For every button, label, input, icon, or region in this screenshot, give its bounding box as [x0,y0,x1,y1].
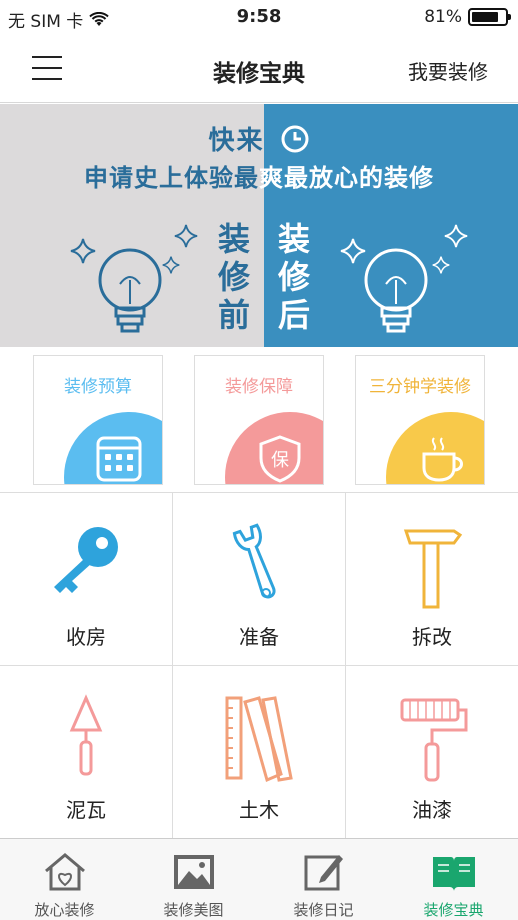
sparkle-icon [444,224,468,248]
tab-bar: 放心装修 装修美图 装修日记 装修宝典 [0,838,518,920]
key-icon [54,527,118,593]
hammer-icon [403,529,463,609]
category-label: 收房 [66,625,106,649]
card-learn[interactable]: 三分钟学装修 [355,355,485,485]
clock-icon [281,125,309,153]
shield-icon: 保 [259,435,301,483]
card-title: 装修预算 [64,377,132,397]
category-label: 土木 [239,798,279,822]
category-label: 拆改 [412,625,452,649]
sparkle-icon [432,256,450,274]
category-prepare[interactable]: 准备 [173,493,346,666]
start-renovation-button[interactable]: 我要装修 [408,56,488,85]
tab-handbook[interactable]: 装修宝典 [389,839,518,920]
svg-text:保: 保 [271,450,289,471]
coffee-cup-icon [422,437,463,482]
tab-label: 装修美图 [163,901,224,919]
banner-line2-left: 申请史上体验最 [84,164,259,192]
lightbulb-icon [98,248,162,333]
card-guarantee[interactable]: 装修保障 保 [194,355,324,485]
card-title: 装修保障 [225,377,293,397]
book-icon [433,857,475,891]
status-right: 81% [424,7,511,27]
battery-percent: 81% [424,7,462,27]
ruler-icon [225,696,293,783]
sparkle-icon [340,238,366,264]
card-title: 三分钟学装修 [369,377,471,397]
category-move-in[interactable]: 收房 [0,493,173,666]
category-label: 泥瓦 [66,798,106,822]
paint-roller-icon [400,698,468,782]
banner-headline-top: 快来 [0,120,518,157]
category-label: 准备 [239,625,279,649]
lightbulb-icon [364,248,428,333]
category-masonry[interactable]: 泥瓦 [0,666,173,839]
card-budget[interactable]: 装修预算 [33,355,163,485]
category-painting[interactable]: 油漆 [346,666,518,839]
calculator-icon [96,436,142,482]
wrench-icon [232,523,276,599]
sparkle-icon [174,224,198,248]
nav-bar: 装修宝典 我要装修 [0,36,518,103]
tab-label: 放心装修 [34,901,95,919]
sparkle-icon [162,256,180,274]
image-icon [174,855,214,889]
category-demolish[interactable]: 拆改 [346,493,518,666]
tab-diary[interactable]: 装修日记 [259,839,388,920]
feature-cards: 装修预算 装修保障 保 三分钟学装修 [0,347,518,492]
category-carpentry[interactable]: 土木 [173,666,346,839]
before-renovation-label: 装修前 [217,220,250,334]
battery-fill [472,12,498,22]
tab-label: 装修日记 [293,901,354,919]
sparkle-icon [70,238,96,264]
status-bar: 无 SIM 卡 9:58 81% [0,0,518,36]
trowel-icon [69,694,103,776]
banner-line1: 快来 [208,126,265,156]
banner-line2-right: 爽最放心的装修 [259,164,434,192]
tab-worry-free[interactable]: 放心装修 [0,839,129,920]
after-renovation-label: 装修后 [277,220,310,334]
edit-icon [304,855,343,891]
battery-icon [468,8,511,26]
banner-headline: 申请史上体验最爽最放心的装修 [0,158,518,193]
category-label: 油漆 [412,798,452,822]
tab-gallery[interactable]: 装修美图 [129,839,258,920]
promo-banner[interactable]: 快来 申请史上体验最爽最放心的装修 装修前 装修后 [0,104,518,347]
category-grid: 收房 准备 拆改 泥瓦 土木 油漆 [0,492,518,839]
tab-label: 装修宝典 [423,901,484,919]
house-icon [45,853,85,891]
